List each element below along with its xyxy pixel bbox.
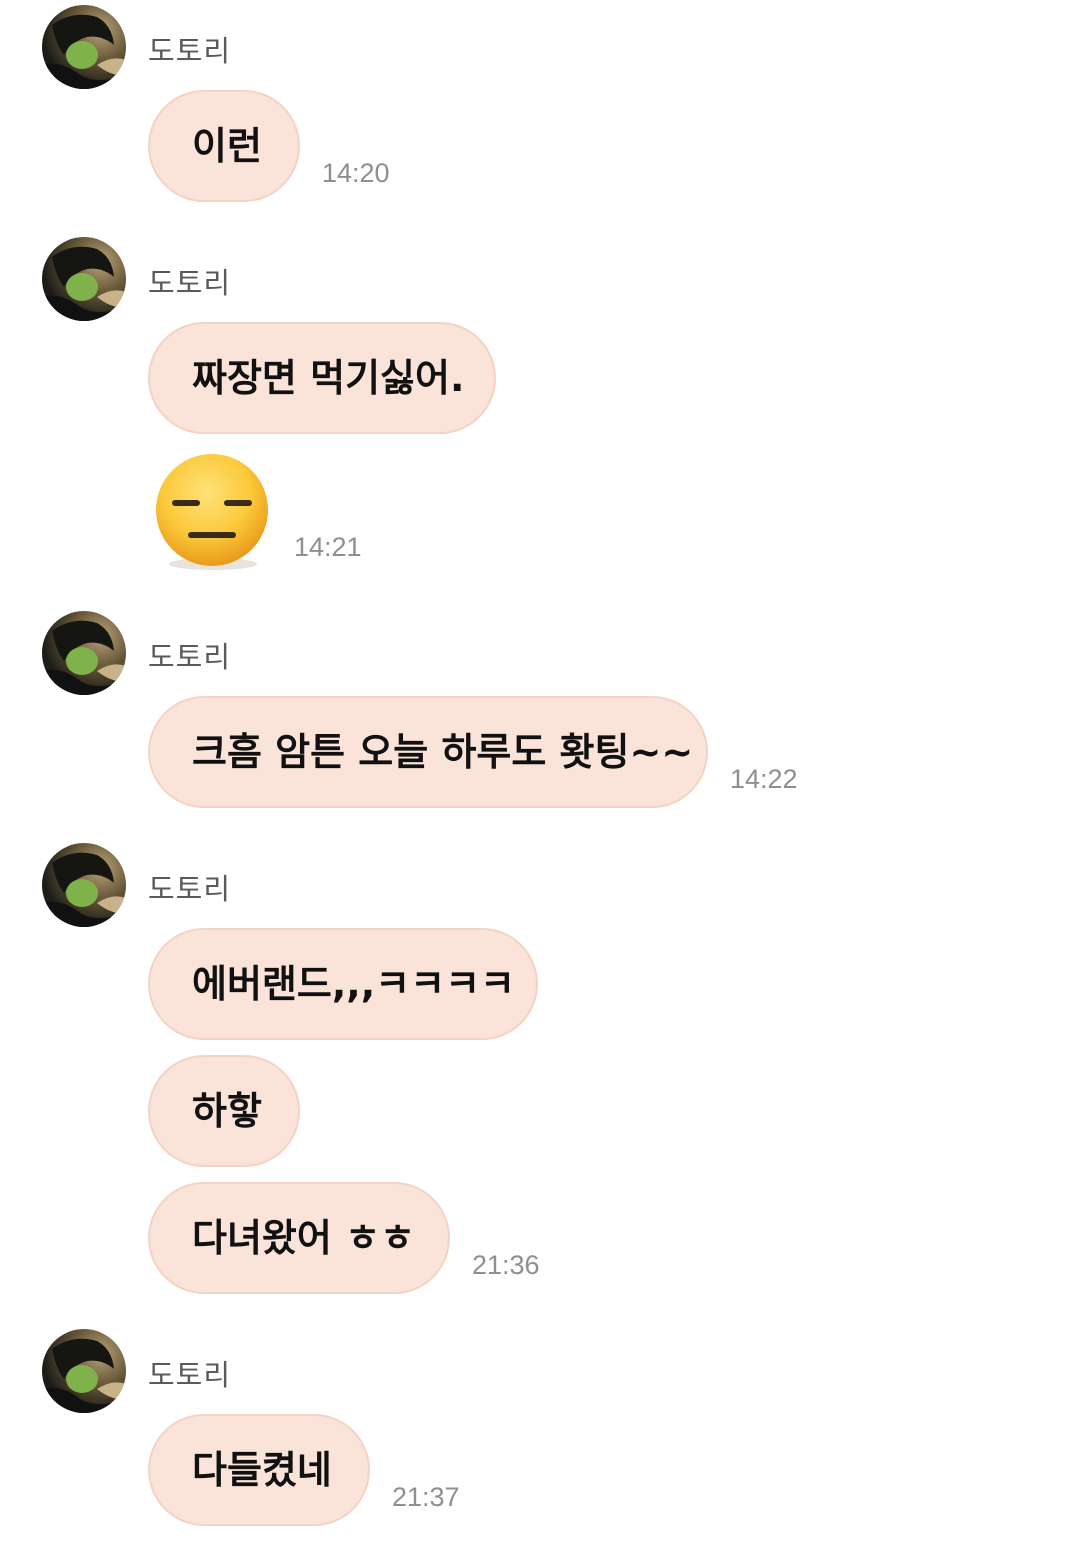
- expressionless-face-icon: [156, 454, 268, 570]
- message-bubble[interactable]: 에버랜드,,,ㅋㅋㅋㅋ: [148, 928, 538, 1040]
- message-bubble[interactable]: 이런: [148, 90, 300, 202]
- message-bubble[interactable]: 짜장면 먹기싫어.: [148, 322, 496, 434]
- sender-name: 도토리: [148, 872, 232, 906]
- sender-avatar[interactable]: [42, 237, 126, 321]
- avatar-image: [42, 1338, 126, 1413]
- sender-avatar[interactable]: [42, 611, 126, 695]
- message-time: 21:36: [472, 1250, 540, 1280]
- message-bubble[interactable]: 크흠 암튼 오늘 하루도 홧팅~~: [148, 696, 708, 808]
- avatar-image: [42, 246, 126, 321]
- message-time: 14:20: [322, 158, 390, 188]
- avatar-image: [42, 14, 126, 89]
- avatar-image: [42, 852, 126, 927]
- sender-name: 도토리: [148, 640, 232, 674]
- sender-name: 도토리: [148, 1358, 232, 1392]
- message-time: 14:21: [294, 532, 362, 562]
- avatar-image: [42, 620, 126, 695]
- sender-name: 도토리: [148, 266, 232, 300]
- expressionless-face-emoji[interactable]: [152, 452, 274, 574]
- chat-thread: 도토리 이런 14:20 도토리 짜장면 먹기싫어. 14:21 도토리 크흠 …: [0, 0, 1080, 1541]
- sender-avatar[interactable]: [42, 1329, 126, 1413]
- message-bubble[interactable]: 하핳: [148, 1055, 300, 1167]
- message-bubble[interactable]: 다녀왔어 ㅎㅎ: [148, 1182, 450, 1294]
- message-time: 21:37: [392, 1482, 460, 1512]
- sender-avatar[interactable]: [42, 843, 126, 927]
- sender-avatar[interactable]: [42, 5, 126, 89]
- message-bubble[interactable]: 다들켰네: [148, 1414, 370, 1526]
- message-time: 14:22: [730, 764, 798, 794]
- sender-name: 도토리: [148, 34, 232, 68]
